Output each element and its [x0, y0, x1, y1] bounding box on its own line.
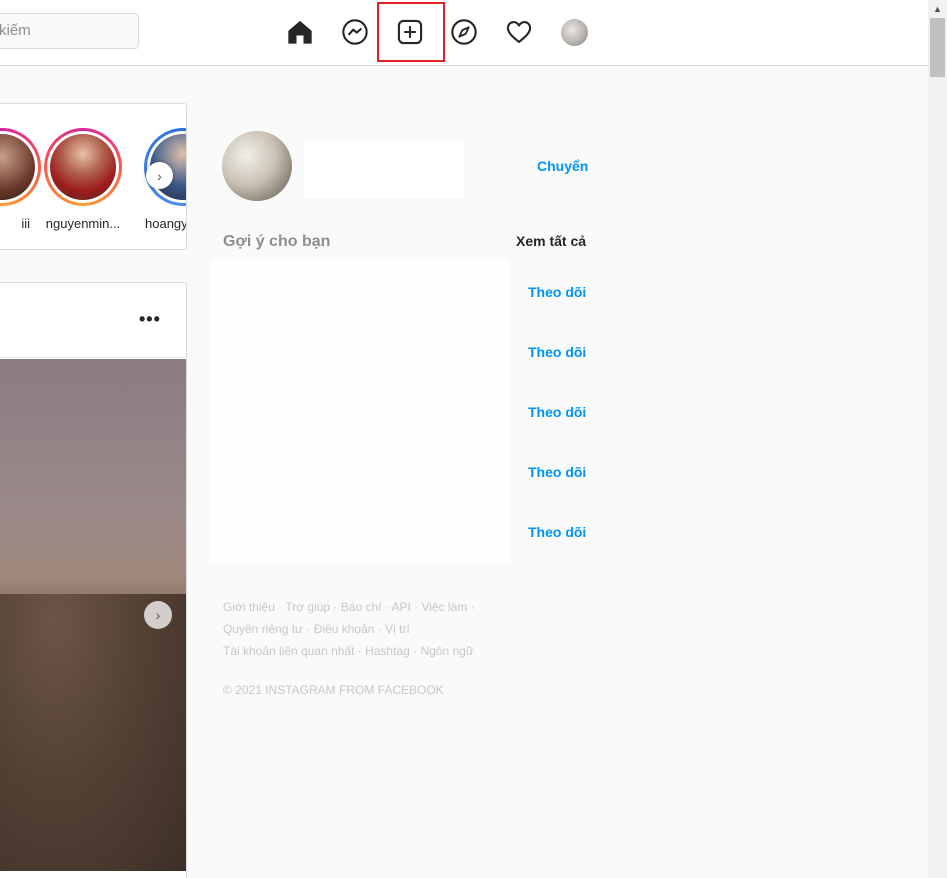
scroll-thumb[interactable] — [930, 18, 945, 77]
page-scrollbar[interactable]: ▲ — [928, 0, 947, 878]
story-avatar — [0, 134, 35, 200]
follow-button[interactable]: Theo dõi — [528, 344, 586, 360]
follow-button[interactable]: Theo dõi — [528, 524, 586, 540]
follow-button[interactable]: Theo dõi — [528, 464, 586, 480]
copyright-text: © 2021 INSTAGRAM FROM FACEBOOK — [223, 683, 444, 697]
profile-avatar[interactable] — [561, 19, 588, 46]
current-user-avatar[interactable] — [222, 131, 292, 201]
highlight-frame — [377, 2, 445, 62]
story-item[interactable]: iii — [0, 128, 42, 231]
story-username: hoangy — [145, 216, 187, 231]
footer-links-line[interactable]: Tài khoản liên quan nhất · Hashtag · Ngô… — [223, 640, 523, 662]
footer-links-line[interactable]: Giới thiệu · Trợ giúp · Báo chí · API · … — [223, 596, 523, 618]
story-username: iii — [21, 216, 30, 231]
suggestions-list — [210, 258, 510, 563]
feed-post: ••• › — [0, 282, 187, 878]
suggestions-title: Gợi ý cho bạn — [223, 233, 331, 250]
story-avatar — [50, 134, 116, 200]
current-user-name-area[interactable] — [304, 141, 464, 198]
story-item[interactable]: nguyenmin... — [43, 128, 123, 231]
follow-button[interactable]: Theo dõi — [528, 404, 586, 420]
stories-next-chevron-icon[interactable]: › — [146, 162, 173, 189]
search-input[interactable]: kiếm — [0, 13, 139, 49]
see-all-link[interactable]: Xem tất cả — [516, 233, 586, 249]
post-more-options-icon[interactable]: ••• — [139, 309, 161, 330]
stories-tray: iii nguyenmin... hoangy › — [0, 103, 187, 250]
post-header: ••• — [0, 283, 186, 358]
activity-heart-icon[interactable] — [504, 17, 534, 47]
scroll-up-arrow-icon[interactable]: ▲ — [928, 0, 947, 17]
messenger-icon[interactable] — [340, 17, 370, 47]
story-username: nguyenmin... — [45, 216, 121, 231]
home-icon[interactable] — [285, 17, 315, 47]
post-next-chevron-icon[interactable]: › — [144, 601, 172, 629]
switch-account-link[interactable]: Chuyển — [537, 158, 588, 174]
explore-icon[interactable] — [449, 17, 479, 47]
post-image-landscape — [0, 594, 186, 871]
footer-links: Giới thiệu · Trợ giúp · Báo chí · API · … — [223, 596, 523, 662]
footer-links-line[interactable]: Quyền riêng tư · Điều khoản · Vị trí — [223, 618, 523, 640]
top-navigation-bar: kiếm — [0, 0, 928, 66]
follow-button[interactable]: Theo dõi — [528, 284, 586, 300]
